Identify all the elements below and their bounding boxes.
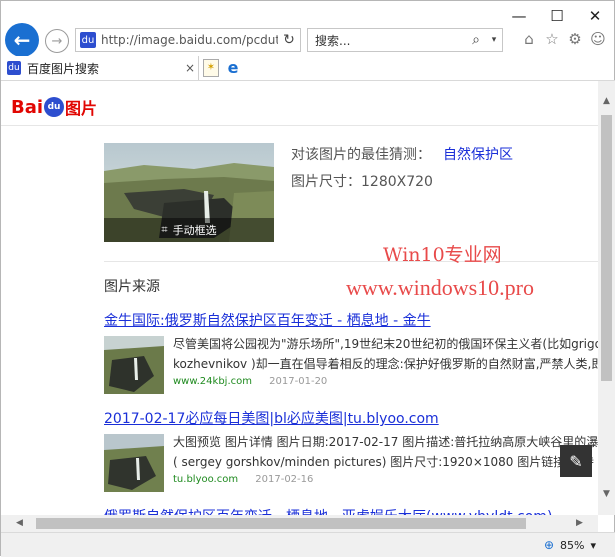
tab-title: 百度图片搜索 bbox=[27, 61, 100, 76]
gear-icon[interactable]: ⚙ bbox=[567, 30, 583, 48]
result-thumbnail[interactable] bbox=[104, 434, 164, 492]
edit-pencil-icon: ✎ bbox=[569, 451, 583, 471]
new-tab-icon[interactable]: ✶ bbox=[203, 59, 219, 77]
site-favicon-icon: du bbox=[80, 32, 96, 48]
result-desc-line: 尽管美国将公园视为"游乐场所",19世纪末20世纪初的俄国环保主义者(比如gri… bbox=[173, 337, 598, 351]
result-desc-line: ( sergey gorshkov/minden pictures) 图片尺寸:… bbox=[173, 455, 594, 469]
window-controls: — ☐ ✕ bbox=[500, 1, 614, 31]
back-button[interactable]: ← bbox=[5, 23, 39, 57]
baidu-image-logo[interactable]: Bai du 图片 bbox=[11, 95, 97, 119]
horizontal-scroll-thumb[interactable] bbox=[36, 518, 526, 529]
result-date: 2017-02-16 bbox=[255, 474, 314, 485]
back-arrow-icon: ← bbox=[13, 28, 31, 52]
logo-tu: 图片 bbox=[65, 99, 98, 118]
result-site[interactable]: www.24kbj.com bbox=[173, 376, 252, 387]
result-meta: www.24kbj.com 2017-01-20 bbox=[173, 376, 327, 387]
scroll-left-icon[interactable]: ◀ bbox=[11, 515, 28, 532]
result-title-link[interactable]: 2017-02-17必应每日美图|bl必应美图|tu.blyoo.com bbox=[104, 408, 598, 428]
close-window-button[interactable]: ✕ bbox=[576, 1, 614, 31]
result-site[interactable]: tu.blyoo.com bbox=[173, 474, 238, 485]
scroll-up-icon[interactable]: ▲ bbox=[598, 93, 615, 110]
favorites-star-icon[interactable]: ☆ bbox=[544, 30, 560, 48]
result-meta: tu.blyoo.com 2017-02-16 bbox=[173, 474, 313, 485]
best-guess-link[interactable]: 自然保护区 bbox=[443, 147, 513, 163]
header-divider bbox=[1, 125, 598, 126]
refresh-icon[interactable]: ↻ bbox=[278, 32, 300, 48]
edit-button[interactable]: ✎ bbox=[560, 445, 592, 477]
manual-crop-label: 手动框选 bbox=[172, 224, 217, 237]
image-size: 图片尺寸：1280X720 bbox=[291, 174, 433, 190]
zoom-control[interactable]: ⊕ 85% ▾ bbox=[544, 538, 596, 552]
vertical-scrollbar[interactable]: ▲ ▼ bbox=[598, 81, 615, 515]
source-heading: 图片来源 bbox=[104, 279, 160, 295]
manual-crop-button[interactable]: ⌗ 手动框选 bbox=[104, 218, 274, 242]
result-title-link[interactable]: 俄罗斯自然保护区百年变迁 - 栖息地 - 亚虎娱乐大厅(www.yhyldt.c… bbox=[104, 506, 598, 515]
minimize-button[interactable]: — bbox=[500, 1, 538, 31]
result-item: 2017-02-17必应每日美图|bl必应美图|tu.blyoo.com 大图预… bbox=[104, 408, 598, 492]
best-guess-label: 对该图片的最佳猜测： bbox=[291, 147, 431, 163]
zoom-icon: ⊕ bbox=[543, 538, 555, 552]
vertical-scroll-thumb[interactable] bbox=[601, 115, 612, 381]
scroll-right-icon[interactable]: ▶ bbox=[571, 515, 588, 532]
address-url[interactable]: http://image.baidu.com/pcdut bbox=[101, 33, 278, 47]
crop-icon: ⌗ bbox=[161, 223, 168, 236]
browser-window: — ☐ ✕ ← → du http://image.baidu.com/pcdu… bbox=[0, 0, 615, 557]
result-desc-line: 大图预览 图片详情 图片日期:2017-02-17 图片描述:普托拉纳高原大峡谷… bbox=[173, 435, 598, 449]
result-description: 尽管美国将公园视为"游乐场所",19世纪末20世纪初的俄国环保主义者(比如gri… bbox=[173, 334, 598, 374]
logo-paw-icon: du bbox=[44, 97, 65, 117]
result-desc-line: kozhevnikov )却一直在倡导着相反的理念:保护好俄罗斯的自然财富,严禁… bbox=[173, 357, 598, 371]
browser-toolbar: ⌂ ☆ ⚙ ☺ bbox=[521, 30, 606, 48]
tab-favicon-icon: du bbox=[7, 61, 21, 75]
scroll-down-icon[interactable]: ▼ bbox=[598, 486, 615, 503]
ie-logo-icon[interactable]: e bbox=[223, 58, 243, 78]
search-box[interactable]: 搜索... ⌕ ▾ bbox=[307, 28, 503, 52]
horizontal-scrollbar[interactable]: ◀ ▶ bbox=[1, 515, 598, 532]
watermark-line2: www.windows10.pro bbox=[346, 275, 535, 300]
close-tab-icon[interactable]: × bbox=[182, 61, 198, 75]
address-bar[interactable]: du http://image.baidu.com/pcdut ↻ bbox=[75, 28, 301, 52]
forward-arrow-icon: → bbox=[51, 33, 63, 49]
forward-button[interactable]: → bbox=[45, 29, 69, 53]
chevron-down-icon[interactable]: ▾ bbox=[486, 35, 502, 45]
result-title-link[interactable]: 金牛国际:俄罗斯自然保护区百年变迁 - 栖息地 - 金牛 bbox=[104, 310, 598, 330]
page-content: Bai du 图片 ⌗ 手动框选 对该图片的最佳猜测： 自然保护区 图片尺寸：1… bbox=[1, 81, 598, 515]
result-description: 大图预览 图片详情 图片日期:2017-02-17 图片描述:普托拉纳高原大峡谷… bbox=[173, 432, 598, 472]
result-item: 金牛国际:俄罗斯自然保护区百年变迁 - 栖息地 - 金牛 尽管美国将公园视为"游… bbox=[104, 310, 598, 394]
search-icon[interactable]: ⌕ bbox=[466, 32, 486, 48]
tab-baidu-image-search[interactable]: du 百度图片搜索 × bbox=[1, 56, 199, 80]
status-bar: ⊕ 85% ▾ bbox=[1, 532, 615, 557]
result-thumbnail[interactable] bbox=[104, 336, 164, 394]
logo-bai: Bai bbox=[11, 96, 44, 118]
search-input[interactable]: 搜索... bbox=[308, 32, 466, 49]
home-icon[interactable]: ⌂ bbox=[521, 30, 537, 48]
zoom-level: 85% bbox=[560, 538, 585, 552]
chevron-down-icon[interactable]: ▾ bbox=[590, 539, 596, 552]
result-item: 俄罗斯自然保护区百年变迁 - 栖息地 - 亚虎娱乐大厅(www.yhyldt.c… bbox=[104, 506, 598, 515]
feedback-smiley-icon[interactable]: ☺ bbox=[590, 30, 606, 48]
section-divider bbox=[104, 261, 598, 262]
watermark-line1: Win10专业网 bbox=[383, 244, 502, 266]
result-date: 2017-01-20 bbox=[269, 376, 328, 387]
maximize-button[interactable]: ☐ bbox=[538, 1, 576, 31]
query-image: ⌗ 手动框选 bbox=[104, 143, 274, 242]
best-guess: 对该图片的最佳猜测： 自然保护区 bbox=[291, 144, 513, 164]
